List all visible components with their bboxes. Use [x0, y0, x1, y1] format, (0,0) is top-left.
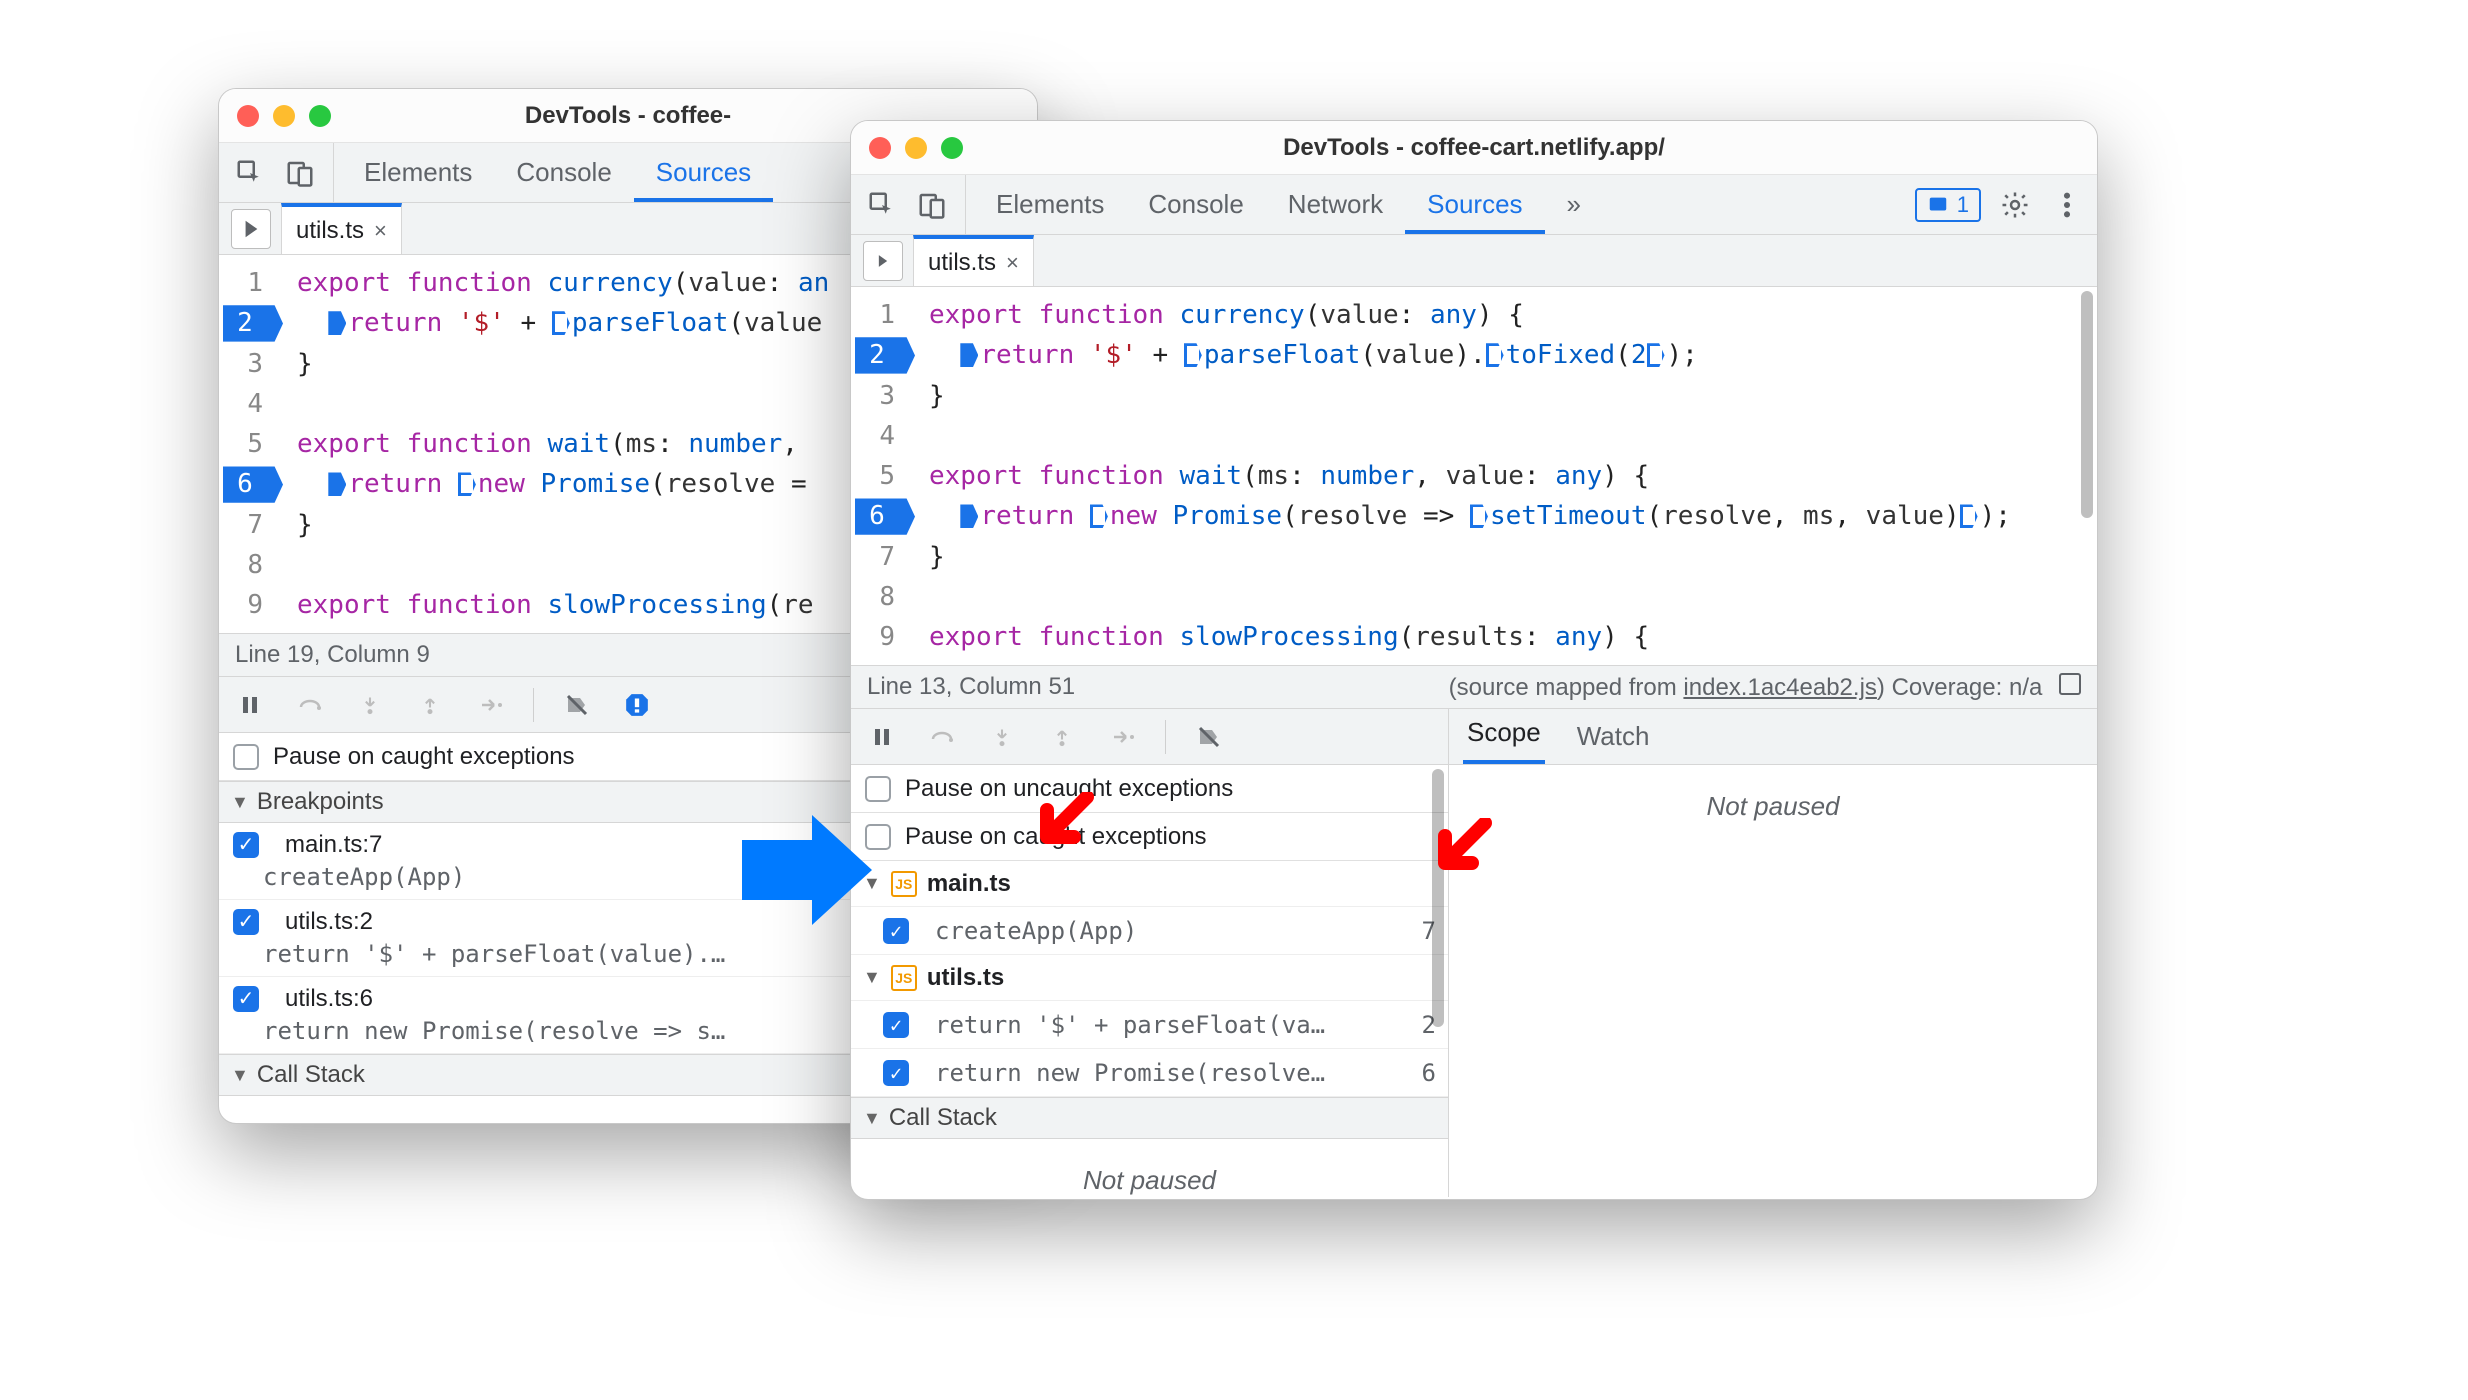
tab-console[interactable]: Console	[1126, 175, 1265, 234]
step-over-icon[interactable]	[925, 720, 959, 754]
js-file-icon: JS	[891, 871, 917, 897]
gutter[interactable]: 1 2 3 4 5 6 7 8 9	[851, 287, 915, 665]
titlebar: DevTools - coffee-cart.netlify.app/	[851, 121, 2097, 175]
source-text: export function currency(value: any) { r…	[915, 287, 2025, 665]
checkbox-icon[interactable]	[233, 744, 259, 770]
scope-watch-tabs: Scope Watch	[1449, 709, 2097, 765]
checkbox-icon[interactable]: ✓	[883, 1012, 909, 1038]
step-into-icon[interactable]	[985, 720, 1019, 754]
pause-exceptions-icon[interactable]	[620, 688, 654, 722]
breakpoint-file-node[interactable]: ▼ JS main.ts	[851, 861, 1448, 907]
disclosure-triangle-icon: ▼	[231, 792, 249, 813]
tab-sources[interactable]: Sources	[634, 143, 773, 202]
cursor-position: Line 13, Column 51	[867, 673, 1075, 701]
pause-caught-row[interactable]: Pause on caught exceptions	[851, 813, 1448, 861]
deactivate-breakpoints-icon[interactable]	[1192, 720, 1226, 754]
tab-network[interactable]: Network	[1266, 175, 1405, 234]
tab-watch[interactable]: Watch	[1573, 709, 1654, 764]
tab-console[interactable]: Console	[494, 143, 633, 202]
step-icon[interactable]	[1105, 720, 1139, 754]
checkbox-icon[interactable]	[865, 776, 891, 802]
file-tab-label: utils.ts	[296, 217, 364, 245]
pause-icon[interactable]	[233, 688, 267, 722]
pause-caught-label: Pause on caught exceptions	[273, 743, 575, 771]
checkbox-icon[interactable]: ✓	[883, 918, 909, 944]
step-over-icon[interactable]	[293, 688, 327, 722]
more-tabs-icon[interactable]: »	[1545, 175, 1603, 234]
annotation-blue-arrow	[742, 810, 872, 930]
tab-scope[interactable]: Scope	[1463, 705, 1545, 764]
pause-icon[interactable]	[865, 720, 899, 754]
debugger-toolbar	[851, 709, 1448, 765]
deactivate-breakpoints-icon[interactable]	[560, 688, 594, 722]
breakpoint-line[interactable]: ✓ return new Promise(resolve… 6	[851, 1049, 1448, 1097]
tab-sources[interactable]: Sources	[1405, 175, 1544, 234]
pause-uncaught-row[interactable]: Pause on uncaught exceptions	[851, 765, 1448, 813]
editor-statusbar: Line 13, Column 51 (source mapped from i…	[851, 665, 2097, 709]
settings-icon[interactable]	[1997, 187, 2033, 223]
coverage-popout-icon[interactable]	[2059, 673, 2081, 695]
code-editor[interactable]: 1 2 3 4 5 6 7 8 9 export function curren…	[851, 287, 2097, 665]
window-title: DevTools - coffee-cart.netlify.app/	[851, 134, 2097, 162]
tab-elements[interactable]: Elements	[342, 143, 494, 202]
close-tab-icon[interactable]: ×	[1006, 250, 1019, 276]
more-menu-icon[interactable]	[2049, 187, 2085, 223]
device-toolbar-icon[interactable]	[281, 154, 319, 192]
checkbox-icon[interactable]: ✓	[233, 909, 259, 935]
disclosure-triangle-icon: ▼	[863, 1108, 881, 1129]
source-map-link[interactable]: index.1ac4eab2.js	[1683, 674, 1876, 701]
navigator-toggle-icon[interactable]	[863, 241, 903, 281]
inspect-element-icon[interactable]	[231, 154, 269, 192]
gutter[interactable]: 1 2 3 4 5 6 7 8 9	[219, 255, 283, 633]
source-mapped-info: (source mapped from index.1ac4eab2.js) C…	[1449, 673, 2081, 702]
checkbox-icon[interactable]: ✓	[883, 1060, 909, 1086]
step-out-icon[interactable]	[413, 688, 447, 722]
inspect-element-icon[interactable]	[863, 186, 901, 224]
devtools-window-right: DevTools - coffee-cart.netlify.app/ Elem…	[850, 120, 2098, 1200]
device-toolbar-icon[interactable]	[913, 186, 951, 224]
not-paused-label: Not paused	[1449, 765, 2097, 848]
disclosure-triangle-icon: ▼	[231, 1065, 249, 1086]
file-tab-utils[interactable]: utils.ts ×	[281, 203, 402, 254]
checkbox-icon[interactable]: ✓	[233, 832, 259, 858]
breakpoint-line[interactable]: ✓ createApp(App) 7	[851, 907, 1448, 955]
not-paused-label: Not paused	[851, 1139, 1448, 1200]
file-tab-label: utils.ts	[928, 249, 996, 277]
breakpoint-line[interactable]: ✓ return '$' + parseFloat(va… 2	[851, 1001, 1448, 1049]
close-tab-icon[interactable]: ×	[374, 218, 387, 244]
tab-elements[interactable]: Elements	[974, 175, 1126, 234]
step-icon[interactable]	[473, 688, 507, 722]
panel-tabstrip: Elements Console Network Sources » 1	[851, 175, 2097, 235]
file-tabstrip: utils.ts ×	[851, 235, 2097, 287]
checkbox-icon[interactable]: ✓	[233, 986, 259, 1012]
source-text: export function currency(value: an retur…	[283, 255, 843, 633]
step-into-icon[interactable]	[353, 688, 387, 722]
annotation-red-arrow	[1430, 818, 1500, 888]
breakpoint-file-node[interactable]: ▼ JS utils.ts	[851, 955, 1448, 1001]
cursor-position: Line 19, Column 9	[235, 641, 430, 669]
navigator-toggle-icon[interactable]	[231, 209, 271, 249]
disclosure-triangle-icon: ▼	[863, 967, 881, 988]
js-file-icon: JS	[891, 965, 917, 991]
file-tab-utils[interactable]: utils.ts ×	[913, 235, 1034, 286]
editor-scrollbar[interactable]	[2081, 287, 2093, 665]
annotation-red-arrow	[1032, 792, 1102, 862]
callstack-header[interactable]: ▼ Call Stack	[851, 1097, 1448, 1139]
issues-badge[interactable]: 1	[1915, 188, 1981, 222]
step-out-icon[interactable]	[1045, 720, 1079, 754]
